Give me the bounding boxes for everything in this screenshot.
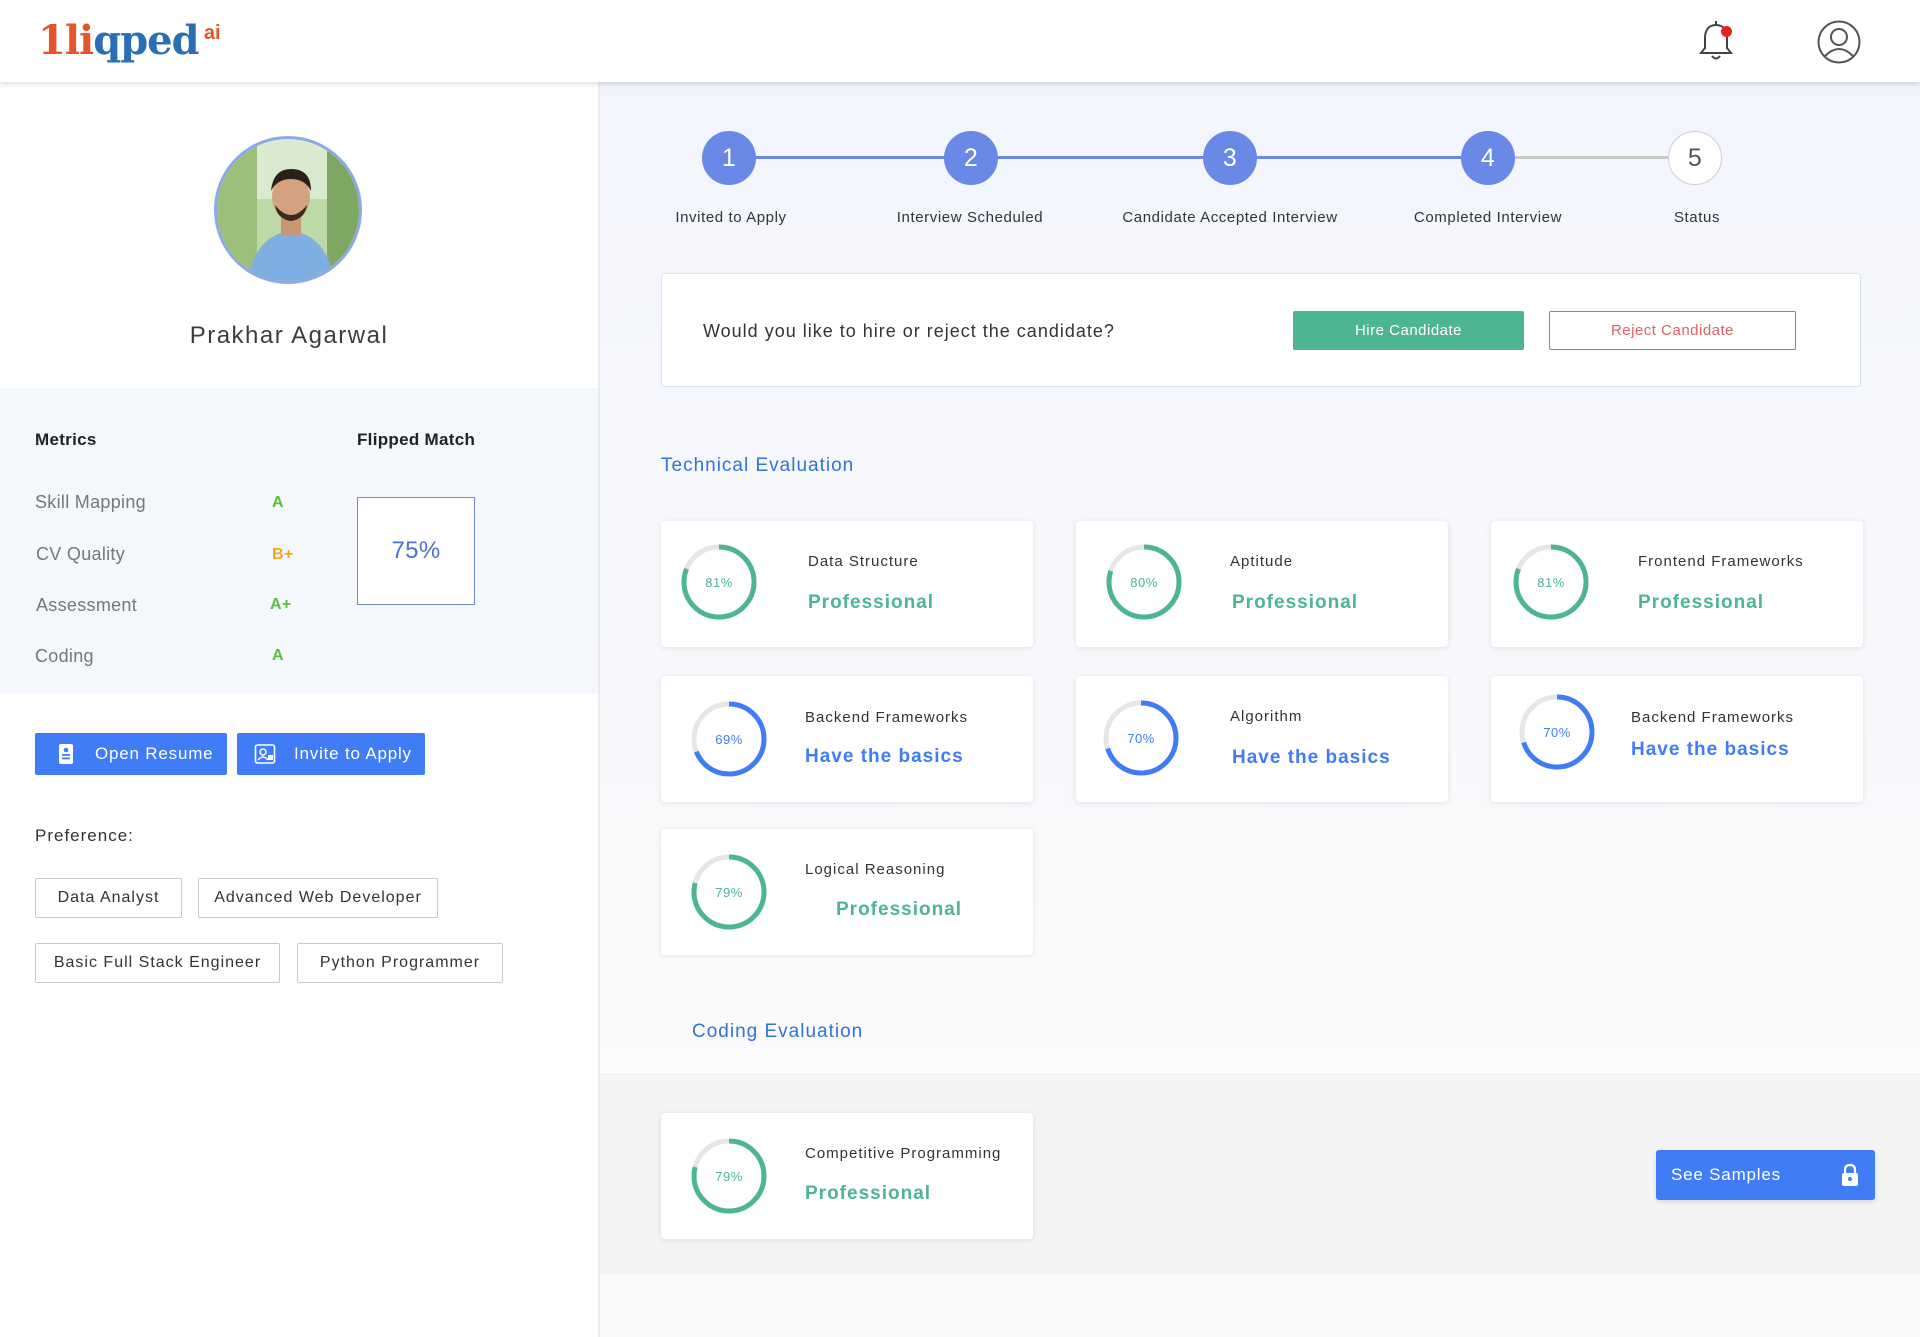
step-label-completed: Completed Interview bbox=[1413, 209, 1563, 226]
eval-card-backend-frameworks-2[interactable]: 70% Backend Frameworks Have the basics bbox=[1491, 676, 1863, 802]
score-percent: 69% bbox=[715, 731, 743, 747]
eval-name: Logical Reasoning bbox=[805, 861, 946, 878]
logo-text-part-2: qped bbox=[93, 17, 199, 64]
eval-name: Algorithm bbox=[1230, 708, 1303, 725]
eval-level: Have the basics bbox=[805, 746, 964, 767]
eval-name: Competitive Programming bbox=[805, 1145, 1002, 1162]
invite-to-apply-label: Invite to Apply bbox=[294, 744, 412, 763]
metrics-title: Metrics bbox=[35, 430, 97, 449]
reject-candidate-button[interactable]: Reject Candidate bbox=[1549, 311, 1796, 350]
score-ring: 69% bbox=[689, 699, 769, 779]
step-circle-5: 5 bbox=[1668, 131, 1722, 185]
eval-name: Backend Frameworks bbox=[1631, 709, 1795, 726]
eval-card-logical-reasoning[interactable]: 79% Logical Reasoning Professional bbox=[661, 829, 1033, 955]
score-ring: 70% bbox=[1517, 692, 1597, 772]
invite-to-apply-button[interactable]: Invite to Apply bbox=[237, 733, 425, 775]
metric-label-coding: Coding bbox=[35, 646, 94, 666]
eval-name: Aptitude bbox=[1230, 553, 1294, 570]
open-resume-button[interactable]: Open Resume bbox=[35, 733, 227, 775]
step-circle-2: 2 bbox=[944, 131, 998, 185]
flipped-match-value: 75% bbox=[357, 497, 475, 605]
step-circle-4: 4 bbox=[1461, 131, 1515, 185]
score-ring: 70% bbox=[1101, 698, 1181, 778]
eval-level: Have the basics bbox=[1232, 747, 1391, 768]
step-circle-1: 1 bbox=[702, 131, 756, 185]
eval-name: Frontend Frameworks bbox=[1638, 553, 1804, 570]
score-percent: 81% bbox=[1537, 574, 1565, 590]
score-percent: 70% bbox=[1543, 724, 1571, 740]
eval-card-frontend-frameworks[interactable]: 81% Frontend Frameworks Professional bbox=[1491, 521, 1863, 647]
score-ring: 79% bbox=[689, 1136, 769, 1216]
preference-chip-advanced-web-developer[interactable]: Advanced Web Developer bbox=[198, 878, 438, 918]
metric-label-skill-mapping: Skill Mapping bbox=[35, 492, 146, 512]
notification-dot bbox=[1721, 26, 1732, 37]
candidate-avatar bbox=[214, 136, 362, 284]
eval-level: Professional bbox=[836, 899, 963, 920]
score-ring: 81% bbox=[1511, 542, 1591, 622]
user-profile-icon[interactable] bbox=[1817, 20, 1861, 64]
score-ring: 80% bbox=[1104, 542, 1184, 622]
eval-level: Professional bbox=[1638, 592, 1765, 613]
metric-label-cv-quality: CV Quality bbox=[36, 544, 126, 564]
score-percent: 70% bbox=[1127, 730, 1155, 746]
bottom-band bbox=[600, 1275, 1920, 1337]
step-label-invited: Invited to Apply bbox=[675, 209, 787, 226]
eval-card-backend-frameworks[interactable]: 69% Backend Frameworks Have the basics bbox=[661, 676, 1033, 802]
eval-card-data-structure[interactable]: 81% Data Structure Professional bbox=[661, 521, 1033, 647]
invite-user-icon bbox=[254, 744, 276, 764]
score-percent: 79% bbox=[715, 1168, 743, 1184]
step-connector-4-5 bbox=[1488, 156, 1696, 159]
eval-name: Backend Frameworks bbox=[805, 709, 969, 726]
step-connector-2-3 bbox=[971, 156, 1231, 159]
eval-card-algorithm[interactable]: 70% Algorithm Have the basics bbox=[1076, 676, 1448, 802]
metric-grade-skill-mapping: A bbox=[272, 494, 284, 511]
eval-level: Professional bbox=[808, 592, 935, 613]
eval-card-aptitude[interactable]: 80% Aptitude Professional bbox=[1076, 521, 1448, 647]
score-ring: 81% bbox=[679, 542, 759, 622]
score-ring: 79% bbox=[689, 852, 769, 932]
eval-name: Data Structure bbox=[808, 553, 919, 570]
metric-grade-assessment: A+ bbox=[270, 596, 292, 613]
top-header: 1liqped ai bbox=[0, 0, 1920, 82]
metric-grade-coding: A bbox=[272, 647, 284, 664]
coding-evaluation-title: Coding Evaluation bbox=[692, 1021, 864, 1042]
score-percent: 80% bbox=[1130, 574, 1158, 590]
step-connector-1-2 bbox=[728, 156, 970, 159]
flipped-logo[interactable]: 1liqped ai bbox=[38, 16, 221, 66]
preference-chip-data-analyst[interactable]: Data Analyst bbox=[35, 878, 182, 918]
eval-level: Professional bbox=[1232, 592, 1359, 613]
eval-level: Professional bbox=[805, 1183, 932, 1204]
preference-chip-basic-full-stack-engineer[interactable]: Basic Full Stack Engineer bbox=[35, 943, 280, 983]
eval-level: Have the basics bbox=[1631, 739, 1790, 760]
technical-evaluation-title: Technical Evaluation bbox=[661, 455, 855, 476]
preference-chip-python-programmer[interactable]: Python Programmer bbox=[297, 943, 503, 983]
hire-candidate-button[interactable]: Hire Candidate bbox=[1293, 311, 1524, 350]
resume-document-icon bbox=[59, 744, 73, 764]
preference-title: Preference: bbox=[35, 826, 134, 845]
hire-question: Would you like to hire or reject the can… bbox=[703, 321, 1115, 341]
metric-grade-cv-quality: B+ bbox=[272, 546, 294, 563]
eval-card-competitive-programming[interactable]: 79% Competitive Programming Professional bbox=[661, 1113, 1033, 1239]
flipped-match-title: Flipped Match bbox=[357, 430, 476, 449]
score-percent: 81% bbox=[705, 574, 733, 590]
metric-label-assessment: Assessment bbox=[36, 595, 138, 615]
step-label-accepted: Candidate Accepted Interview bbox=[1122, 209, 1338, 226]
see-samples-button[interactable]: See Samples bbox=[1656, 1150, 1875, 1200]
step-label-status: Status bbox=[1673, 209, 1721, 226]
open-resume-label: Open Resume bbox=[95, 744, 214, 763]
step-label-scheduled: Interview Scheduled bbox=[896, 209, 1044, 226]
lock-icon bbox=[1842, 1163, 1858, 1186]
score-percent: 79% bbox=[715, 884, 743, 900]
logo-superscript: ai bbox=[203, 22, 221, 44]
step-connector-3-4 bbox=[1230, 156, 1489, 159]
candidate-name: Prakhar Agarwal bbox=[189, 322, 389, 349]
see-samples-label: See Samples bbox=[1671, 1165, 1781, 1184]
step-circle-3: 3 bbox=[1203, 131, 1257, 185]
logo-text-part-1: 1li bbox=[38, 17, 94, 64]
